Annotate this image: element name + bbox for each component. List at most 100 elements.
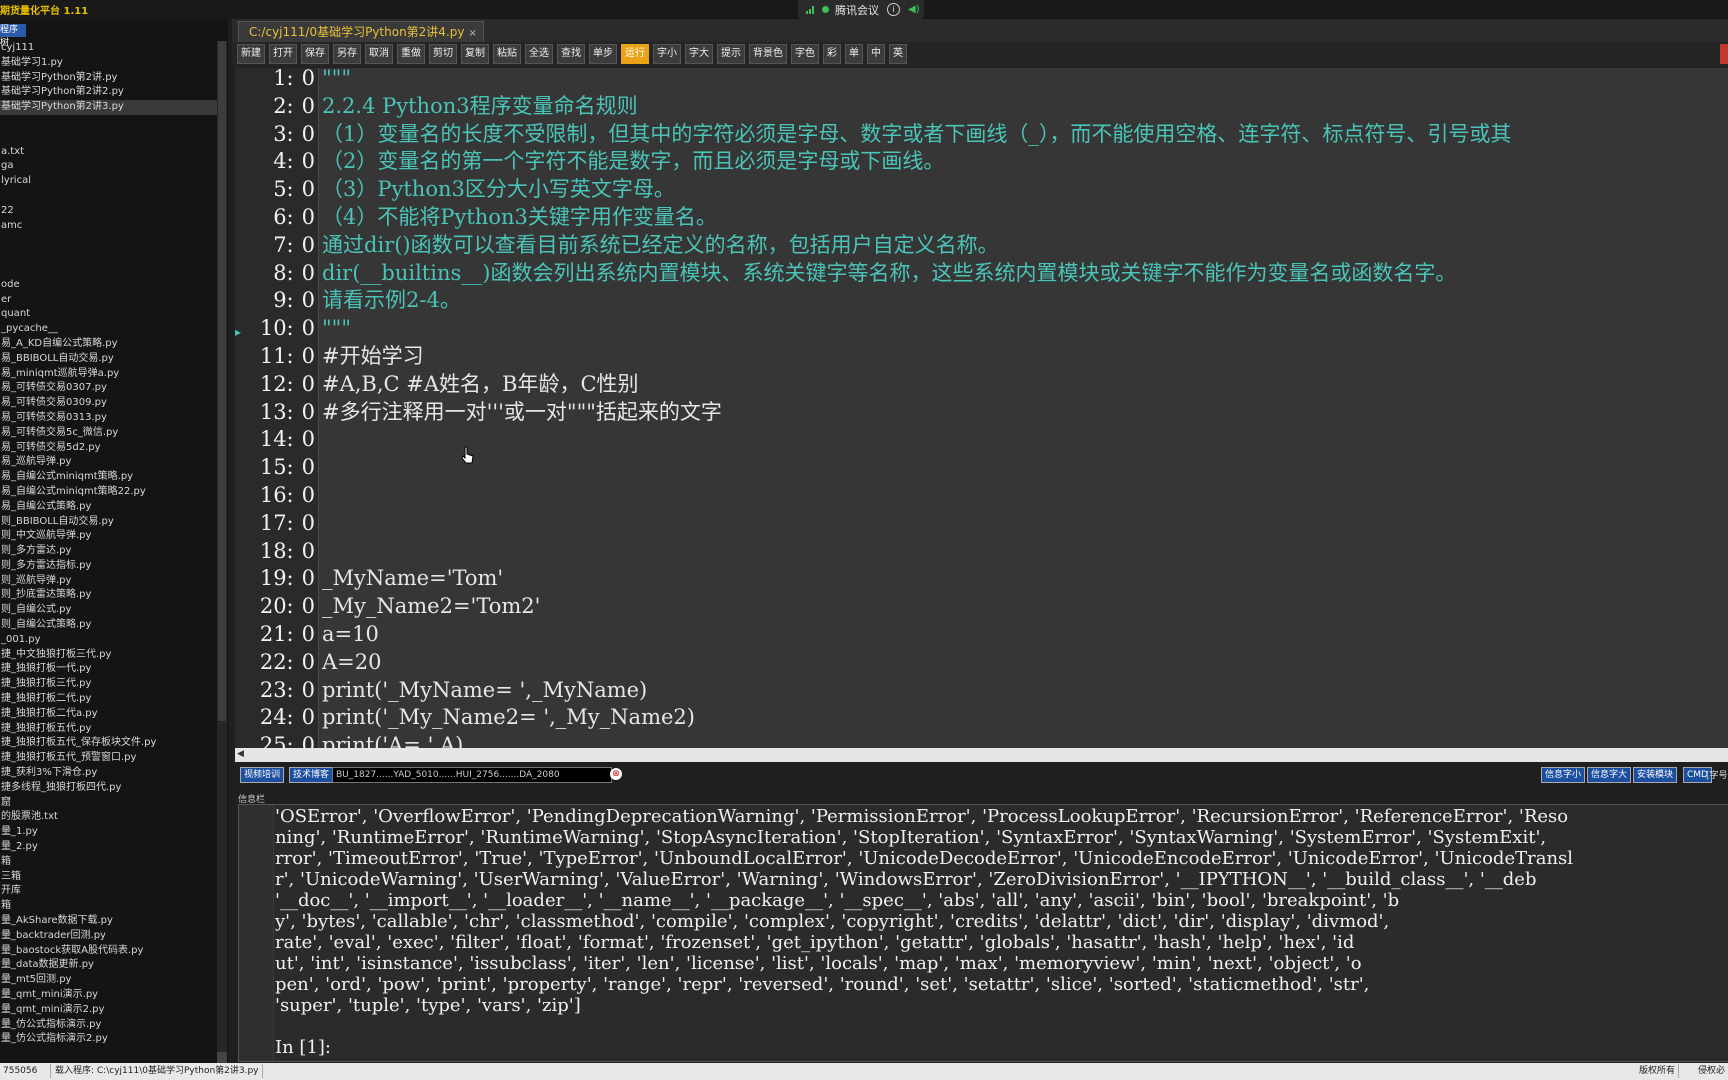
code-line[interactable]: 2: 0 2.2.4 Python3程序变量命名规则 (235, 93, 1728, 121)
file-tree-item[interactable]: 量_仿公式指标演示.py (0, 1018, 217, 1033)
file-tree-item[interactable]: 箱 (0, 855, 217, 870)
code-line[interactable]: 9: 0 请看示例2-4。 (235, 287, 1728, 315)
file-tree-item[interactable]: 易_自编公式miniqmt策略22.py (0, 485, 217, 500)
file-tree-item[interactable]: 基础学习Python第2讲.py (0, 71, 217, 86)
toolbar-button[interactable]: 剪切 (429, 44, 457, 64)
meeting-indicator[interactable]: 腾讯会议 i ◀) (798, 0, 924, 19)
toolbar-button[interactable]: 提示 (717, 44, 745, 64)
file-tree-item[interactable]: 基础学习Python第2讲3.py (0, 100, 217, 115)
toolbar-button[interactable]: 中 (867, 44, 885, 64)
close-icon[interactable]: × (468, 28, 476, 39)
info-font-larger-button[interactable]: 信息字大 (1587, 767, 1632, 783)
file-tree-item[interactable]: 箱 (0, 899, 217, 914)
speaker-icon[interactable]: ◀) (908, 4, 920, 15)
code-line[interactable]: 17: 0 (235, 510, 1728, 538)
code-line[interactable]: 5: 0 （3）Python3区分大小写英文字母。 (235, 176, 1728, 204)
file-tree-item[interactable]: 捷_独狼打板二代a.py (0, 707, 217, 722)
file-tree-item[interactable]: lyrical (0, 174, 217, 189)
code-line[interactable]: 8: 0 dir(__builtins__)函数会列出系统内置模块、系统关键字等名称… (235, 260, 1728, 288)
code-line[interactable]: 12: 0 #A,B,C #A姓名，B年龄，C性别 (235, 371, 1728, 399)
file-tree-item[interactable]: 易_可转债交易0313.py (0, 411, 217, 426)
video-training-button[interactable]: 视频培训 (240, 767, 285, 783)
file-tree-item[interactable]: 量_1.py (0, 825, 217, 840)
file-tree-item[interactable]: 量_AkShare数据下载.py (0, 914, 217, 929)
code-line[interactable]: 1: 0 """ (235, 68, 1728, 93)
toolbar-button[interactable]: 复制 (461, 44, 489, 64)
toolbar-button[interactable]: 字大 (685, 44, 713, 64)
file-tree-item[interactable]: _001.py (0, 633, 217, 648)
ticker-close-icon[interactable]: ⊗ (610, 768, 622, 780)
scroll-left-icon[interactable]: ◀ (237, 749, 244, 759)
code-line[interactable]: 23: 0 print('_MyName= ',_MyName) (235, 677, 1728, 705)
file-tree-item[interactable]: quant (0, 307, 217, 322)
file-tree-item[interactable]: 则_自编公式策略.py (0, 618, 217, 633)
file-tree-item[interactable]: 捷_独狼打板五代.py (0, 722, 217, 737)
file-tree-item[interactable]: 易_miniqmt巡航导弹a.py (0, 367, 217, 382)
file-tree-item[interactable]: 则_中文巡航导弹.py (0, 529, 217, 544)
code-line[interactable]: 18: 0 (235, 538, 1728, 566)
file-tree-item[interactable]: 则_多方雷达指标.py (0, 559, 217, 574)
file-tree-item[interactable]: ga (0, 159, 217, 174)
file-tree-item[interactable]: 则_BBIBOLL自动交易.py (0, 515, 217, 530)
file-tree-item[interactable] (0, 233, 217, 248)
toolbar-button[interactable]: 彩 (823, 44, 841, 64)
file-tree-item[interactable] (0, 263, 217, 278)
file-tree-item[interactable]: 捷多线程_独狼打板四代.py (0, 781, 217, 796)
toolbar-button[interactable]: 另存 (333, 44, 361, 64)
file-tree-item[interactable]: 捷_独狼打板三代.py (0, 677, 217, 692)
console-prompt[interactable]: In [1]: (275, 1037, 331, 1058)
toolbar-button[interactable]: 单 (845, 44, 863, 64)
file-tree-scrollbar[interactable] (217, 41, 227, 1064)
file-tree-item[interactable]: 则_多方雷达.py (0, 544, 217, 559)
file-tree-item[interactable]: 易_A_KD自编公式策略.py (0, 337, 217, 352)
toolbar-button[interactable]: 新建 (237, 44, 265, 64)
code-line[interactable]: 24: 0 print('_My_Name2= ',_My_Name2) (235, 704, 1728, 732)
code-line[interactable]: 11: 0 #开始学习 (235, 343, 1728, 371)
file-tree-item[interactable]: 基础学习1.py (0, 56, 217, 71)
file-tree-item[interactable]: 捷_独狼打板五代_预警窗口.py (0, 751, 217, 766)
file-tree-item[interactable]: _pycache__ (0, 322, 217, 337)
file-tree-item[interactable] (0, 115, 217, 130)
code-line[interactable]: 7: 0 通过dir()函数可以查看目前系统已经定义的名称，包括用户自定义名称。 (235, 232, 1728, 260)
toolbar-button[interactable]: 全选 (525, 44, 553, 64)
file-tree-item[interactable]: 量_仿公式指标演示2.py (0, 1032, 217, 1047)
code-line[interactable]: 15: 0 (235, 454, 1728, 482)
code-line[interactable]: 14: 0 (235, 426, 1728, 454)
file-tree-item[interactable] (0, 248, 217, 263)
toolbar-button[interactable]: 运行 (621, 44, 649, 64)
file-tree-item[interactable]: 易_巡航导弹.py (0, 455, 217, 470)
code-line[interactable]: 21: 0 a=10 (235, 621, 1728, 649)
code-line[interactable]: 19: 0 _MyName='Tom' (235, 565, 1728, 593)
code-line[interactable]: 25: 0 print('A= ',A) (235, 732, 1728, 748)
code-line[interactable]: 10: 0 """ (235, 315, 1728, 343)
code-line[interactable]: 16: 0 (235, 482, 1728, 510)
toolbar-button[interactable]: 取消 (365, 44, 393, 64)
file-tree-item[interactable]: 量_data数据更新.py (0, 958, 217, 973)
file-tree-item[interactable]: 捷_获利3%下滑仓.py (0, 766, 217, 781)
toolbar-button[interactable]: 查找 (557, 44, 585, 64)
code-line[interactable]: 22: 0 A=20 (235, 649, 1728, 677)
install-module-button[interactable]: 安装模块 (1633, 767, 1678, 783)
file-tree-item[interactable]: 易_BBIBOLL自动交易.py (0, 352, 217, 367)
toolbar-button[interactable]: 保存 (301, 44, 329, 64)
file-tree-item[interactable]: 量_qmt_mini演示.py (0, 988, 217, 1003)
file-tree-item[interactable]: 量_mt5回测.py (0, 973, 217, 988)
code-editor[interactable]: 1: 0 """ 2: 0 2.2.4 Python3程序变量命名规则 3: 0 （1）变量名的… (235, 68, 1728, 748)
file-tree-item[interactable]: 易_自编公式策略.py (0, 500, 217, 515)
file-tree-item[interactable]: 22 (0, 204, 217, 219)
file-tree-item[interactable]: 开库 (0, 884, 217, 899)
file-tree-item[interactable]: 捷_独狼打板五代_保存板块文件.py (0, 736, 217, 751)
toolbar-button[interactable]: 单步 (589, 44, 617, 64)
file-tree-item[interactable]: 捷_中文独狼打板三代.py (0, 648, 217, 663)
toolbar-button[interactable]: 英 (889, 44, 907, 64)
code-line[interactable]: 20: 0 _My_Name2='Tom2' (235, 593, 1728, 621)
file-tree-item[interactable]: 三箱 (0, 870, 217, 885)
file-tree-item[interactable]: a.txt (0, 145, 217, 160)
tech-blog-button[interactable]: 技术博客 (289, 767, 334, 783)
file-tree-item[interactable]: 易_自编公式miniqmt策略.py (0, 470, 217, 485)
file-tree-item[interactable]: 量_2.py (0, 840, 217, 855)
toolbar-button[interactable]: 粘贴 (493, 44, 521, 64)
file-tree-item[interactable]: 基础学习Python第2讲2.py (0, 85, 217, 100)
code-line[interactable]: 4: 0 （2）变量名的第一个字符不能是数字，而且必须是字母或下画线。 (235, 148, 1728, 176)
file-tree-item[interactable]: 捷_独狼打板一代.py (0, 662, 217, 677)
